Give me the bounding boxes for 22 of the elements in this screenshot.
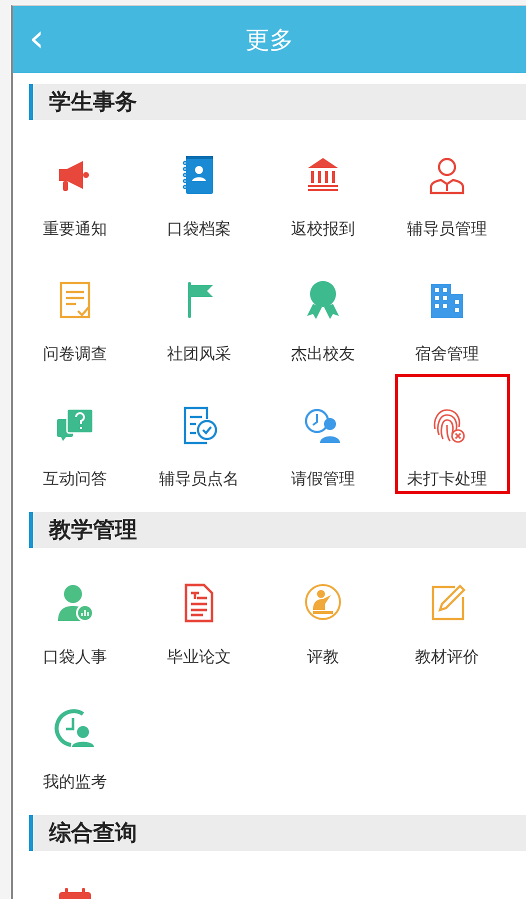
- menu-item-label[interactable]: 宿舍管理: [415, 344, 479, 364]
- page-title: 更多: [246, 24, 294, 56]
- section-title: 教学管理: [49, 517, 137, 545]
- menu-item-label[interactable]: 口袋档案: [167, 219, 231, 239]
- clock-user-icon[interactable]: [53, 706, 97, 750]
- menu-item-label[interactable]: 口袋人事: [43, 647, 107, 667]
- menu-item-label[interactable]: 教材评价: [415, 647, 479, 667]
- menu-item-label[interactable]: 评教: [307, 647, 339, 667]
- section-title: 综合查询: [49, 820, 137, 848]
- menu-item-label[interactable]: 互动问答: [43, 469, 107, 489]
- menu-item-label[interactable]: 请假管理: [291, 469, 355, 489]
- menu-item-label[interactable]: 辅导员管理: [407, 219, 487, 239]
- menu-item-label[interactable]: 毕业论文: [167, 647, 231, 667]
- menu-item-label[interactable]: 未打卡处理: [407, 469, 487, 489]
- menu-item-label[interactable]: 返校报到: [291, 219, 355, 239]
- menu-item-label[interactable]: 问卷调查: [43, 344, 107, 364]
- menu-item-label[interactable]: 社团风采: [167, 344, 231, 364]
- menu-item-label[interactable]: 重要通知: [43, 219, 107, 239]
- section-title: 学生事务: [49, 89, 137, 117]
- menu-item-label[interactable]: 辅导员点名: [159, 469, 239, 489]
- menu-item-label[interactable]: 我的监考: [43, 772, 107, 792]
- menu-item-label[interactable]: 杰出校友: [291, 344, 355, 364]
